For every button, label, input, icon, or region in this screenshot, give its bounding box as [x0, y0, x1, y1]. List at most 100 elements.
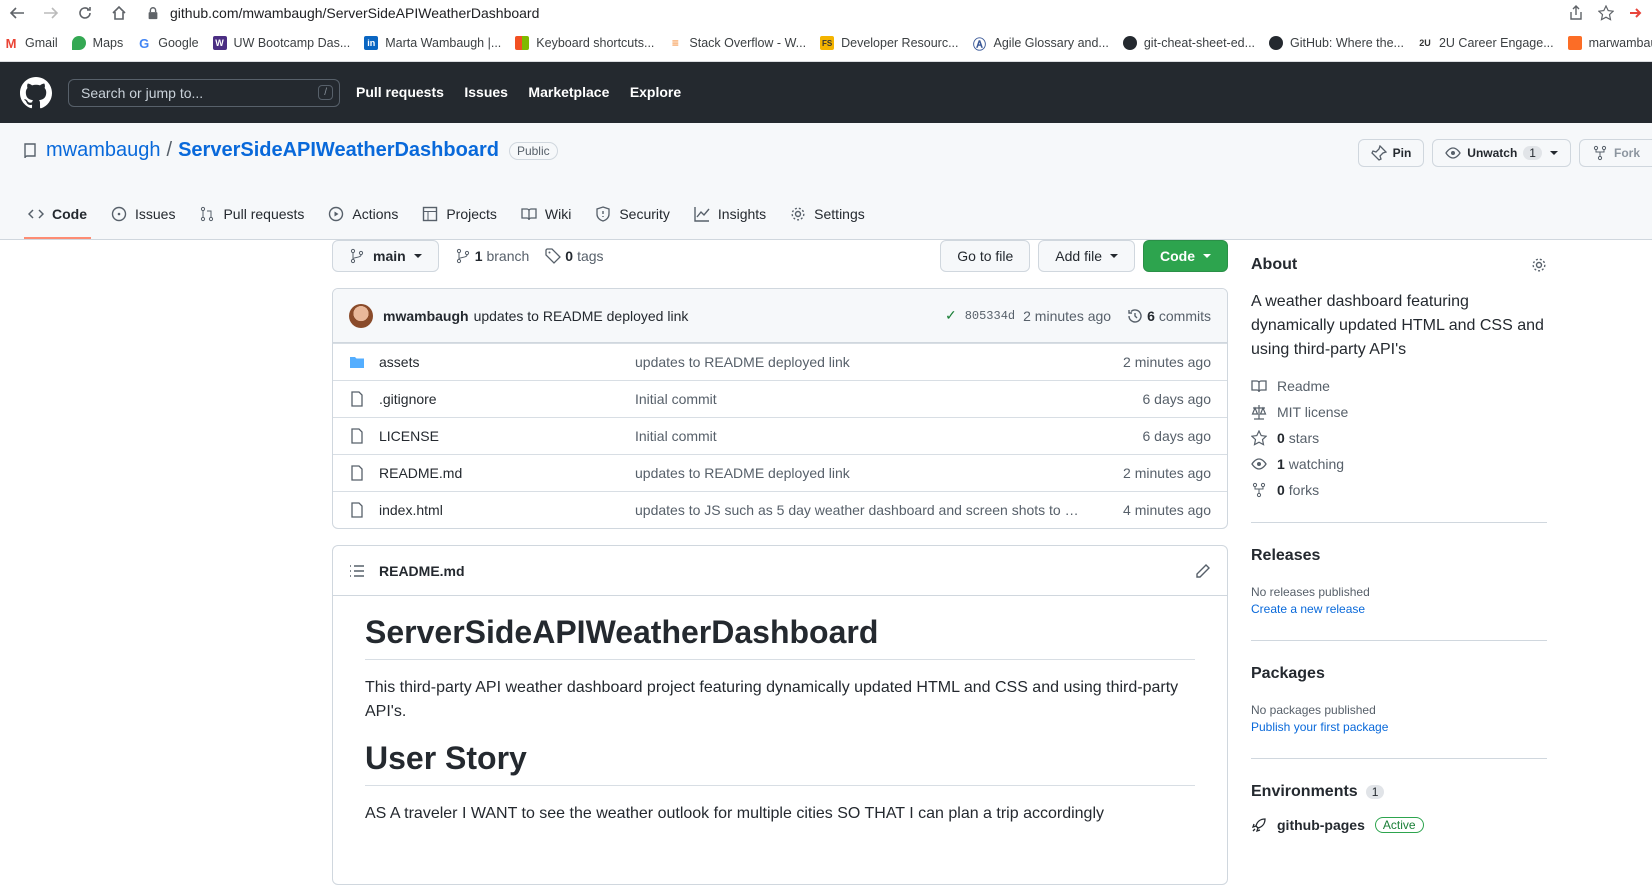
bookmark-gmail[interactable]: M Gmail [4, 35, 58, 51]
create-release-link[interactable]: Create a new release [1251, 602, 1365, 616]
tab-insights[interactable]: Insights [682, 189, 778, 239]
law-icon [1251, 405, 1267, 420]
readme-box: README.md ServerSideAPIWeatherDashboard … [332, 545, 1228, 885]
github-bookmark-icon [1122, 36, 1137, 50]
star-icon [1251, 430, 1267, 446]
forks-link[interactable]: 0 forks [1251, 482, 1547, 498]
pin-button[interactable]: Pin [1357, 139, 1425, 167]
bookmark-developer[interactable]: FS Developer Resourc... [820, 36, 959, 50]
branches-link[interactable]: 1 branch [455, 248, 529, 264]
about-header: About [1251, 256, 1547, 274]
environments-header[interactable]: Environments 1 [1251, 783, 1547, 801]
commit-age: 2 minutes ago [1023, 307, 1112, 324]
visibility-badge: Public [508, 141, 558, 160]
pencil-icon[interactable] [1195, 563, 1211, 579]
license-link[interactable]: MIT license [1251, 404, 1547, 420]
readme-filename[interactable]: README.md [379, 563, 465, 579]
avatar[interactable] [349, 303, 373, 328]
nav-issues[interactable]: Issues [464, 84, 508, 100]
address-bar-row: github.com/mwambaugh/ServerSideAPIWeathe… [0, 0, 1652, 26]
check-icon[interactable]: ✓ [945, 307, 957, 324]
file-row-index[interactable]: index.html updates to JS such as 5 day w… [333, 491, 1227, 528]
fork-icon [1252, 482, 1266, 498]
nav-explore[interactable]: Explore [630, 84, 681, 100]
bookmark-stackoverflow[interactable]: ≡ Stack Overflow - W... [668, 36, 806, 50]
watching-link[interactable]: 1 watching [1251, 456, 1547, 472]
bookmark-gitcheat[interactable]: git-cheat-sheet-ed... [1122, 36, 1255, 50]
packages-header[interactable]: Packages [1251, 665, 1547, 683]
home-icon[interactable] [106, 1, 132, 25]
linkedin-icon: in [364, 36, 379, 50]
bookmark-uw[interactable]: W UW Bootcamp Das... [212, 36, 350, 50]
environments-count: 1 [1365, 785, 1385, 799]
branch-select-button[interactable]: main [332, 240, 439, 272]
go-to-file-button[interactable]: Go to file [940, 240, 1031, 272]
status-badge: Active [1374, 817, 1424, 833]
extension-icon[interactable] [1628, 5, 1644, 21]
repo-name-link[interactable]: ServerSideAPIWeatherDashboard [178, 139, 499, 162]
file-icon [351, 428, 363, 444]
divider [1251, 640, 1547, 641]
tab-code[interactable]: Code [16, 189, 99, 239]
back-arrow-icon[interactable] [4, 1, 30, 25]
commit-author[interactable]: mwambaugh [383, 308, 469, 324]
gmail-icon: M [5, 35, 17, 51]
github-logo-icon[interactable] [20, 76, 52, 109]
list-icon[interactable] [349, 563, 365, 579]
url-field[interactable]: github.com/mwambaugh/ServerSideAPIWeathe… [140, 1, 1568, 25]
tag-icon [545, 248, 562, 264]
bookmark-2u[interactable]: 2U 2U Career Engage... [1418, 36, 1553, 50]
readme-description: This third-party API weather dashboard p… [365, 679, 1179, 720]
nav-marketplace[interactable]: Marketplace [528, 84, 609, 100]
tab-projects[interactable]: Projects [410, 189, 509, 239]
stars-link[interactable]: 0 stars [1251, 430, 1547, 446]
add-file-button[interactable]: Add file [1038, 240, 1135, 272]
file-row-readme[interactable]: README.md updates to README deployed lin… [333, 454, 1227, 491]
commit-message[interactable]: updates to README deployed link [474, 308, 689, 324]
tags-link[interactable]: 0 tags [545, 248, 604, 264]
environment-github-pages[interactable]: github-pages Active [1251, 817, 1547, 833]
file-row-gitignore[interactable]: .gitignore Initial commit 6 days ago [333, 380, 1227, 417]
tab-issues[interactable]: Issues [99, 189, 187, 239]
bookmark-keyboard[interactable]: Keyboard shortcuts... [515, 36, 654, 50]
file-row-assets[interactable]: assets updates to README deployed link 2… [333, 343, 1227, 380]
commit-sha[interactable]: 805334d [965, 309, 1015, 323]
bookmark-gitlab[interactable]: marwambaugh [1567, 36, 1652, 50]
bookmark-google[interactable]: G Google [137, 36, 198, 51]
no-packages-text: No packages published [1251, 703, 1376, 717]
repo-owner-link[interactable]: mwambaugh [46, 139, 161, 162]
tab-security[interactable]: Security [583, 189, 682, 239]
fork-button[interactable]: Fork [1578, 139, 1652, 167]
code-button[interactable]: Code [1143, 240, 1228, 272]
bookmark-linkedin[interactable]: in Marta Wambaugh |... [364, 36, 501, 50]
graph-icon [694, 207, 710, 222]
eye-icon [1445, 147, 1462, 159]
tab-pull-requests[interactable]: Pull requests [187, 189, 316, 239]
bookmark-agile[interactable]: Ⓐ Agile Glossary and... [973, 36, 1109, 52]
publish-package-link[interactable]: Publish your first package [1251, 720, 1388, 734]
tab-settings[interactable]: Settings [778, 189, 877, 239]
bookmark-github[interactable]: GitHub: Where the... [1269, 36, 1404, 50]
readme-link[interactable]: Readme [1251, 378, 1547, 394]
file-row-license[interactable]: LICENSE Initial commit 6 days ago [333, 417, 1227, 454]
forward-arrow-icon[interactable] [38, 1, 64, 25]
commits-link[interactable]: 6 commits [1127, 308, 1211, 324]
nav-pull-requests[interactable]: Pull requests [356, 84, 444, 100]
branch-icon [350, 248, 364, 264]
reload-icon[interactable] [72, 1, 98, 25]
chevron-down-icon [1203, 254, 1211, 258]
gear-icon[interactable] [1531, 257, 1547, 273]
unwatch-button[interactable]: Unwatch 1 [1432, 139, 1571, 167]
uw-icon: W [212, 36, 227, 50]
chevron-down-icon [413, 254, 422, 258]
bookmarks-bar: M Gmail Maps G Google W UW Bootcamp Das... … [0, 26, 1652, 60]
share-icon[interactable] [1568, 5, 1584, 21]
bookmark-maps[interactable]: Maps [71, 36, 123, 50]
star-icon[interactable] [1598, 5, 1614, 21]
rocket-icon [1251, 818, 1266, 833]
tab-actions[interactable]: Actions [316, 189, 410, 239]
releases-header[interactable]: Releases [1251, 547, 1547, 565]
tab-wiki[interactable]: Wiki [509, 189, 583, 239]
repo-tabs: Code Issues Pull requests Actions Projec… [16, 189, 877, 239]
search-input[interactable]: Search or jump to... / [68, 78, 340, 107]
